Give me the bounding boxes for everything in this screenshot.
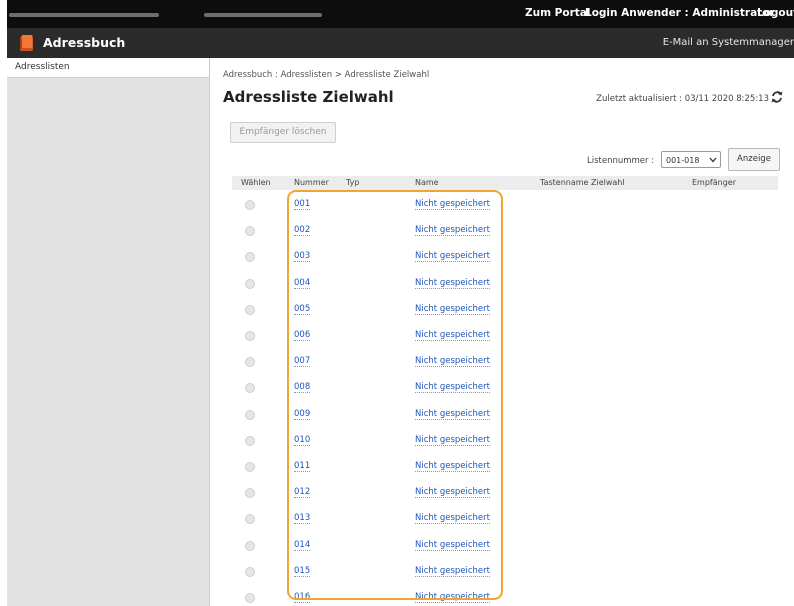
table-row: 002 Nicht gespeichert (232, 217, 778, 243)
row-radio[interactable] (245, 304, 255, 315)
entry-number-link[interactable]: 010 (294, 435, 311, 446)
sidebar: Adresslisten (7, 58, 210, 606)
table-row: 015 Nicht gespeichert (232, 558, 778, 584)
table-row: 012 Nicht gespeichert (232, 479, 778, 505)
row-radio[interactable] (245, 200, 255, 210)
entry-name-link[interactable]: Nicht gespeichert (415, 487, 490, 499)
entry-name-link[interactable]: Nicht gespeichert (415, 592, 490, 603)
entry-number-link[interactable]: 008 (294, 382, 311, 394)
entry-name-link[interactable]: Nicht gespeichert (415, 566, 490, 577)
refresh-icon[interactable] (770, 89, 784, 105)
table-row: 010 Nicht gespeichert (232, 427, 778, 453)
row-radio[interactable] (245, 540, 255, 551)
chevron-down-icon (709, 157, 717, 163)
entry-number-link[interactable]: 007 (294, 356, 311, 368)
entry-number-link[interactable]: 005 (294, 304, 311, 315)
entry-number-link[interactable]: 012 (294, 487, 311, 499)
blurred-device-info (204, 13, 322, 17)
row-radio[interactable] (245, 383, 255, 394)
col-key-name: Tastenname Zielwahl (540, 178, 625, 187)
row-radio[interactable] (245, 409, 255, 420)
entry-name-link[interactable]: Nicht gespeichert (415, 435, 490, 446)
email-admin-link[interactable]: E-Mail an Systemmanager (663, 37, 794, 48)
col-name: Name (415, 178, 439, 187)
app-header: Adressbuch E-Mail an Systemmanager (7, 28, 794, 58)
row-radio[interactable] (245, 252, 255, 263)
entry-name-link[interactable]: Nicht gespeichert (415, 251, 490, 263)
portal-link[interactable]: Zum Portal (525, 7, 590, 19)
col-type: Typ (346, 178, 360, 187)
logout-link[interactable]: Logout (757, 7, 794, 19)
entry-number-link[interactable]: 016 (294, 592, 311, 603)
blurred-device-name (9, 13, 159, 17)
sidebar-item-address-lists[interactable]: Adresslisten (7, 58, 209, 78)
table-row: 003 Nicht gespeichert (232, 243, 778, 269)
entry-number-link[interactable]: 001 (294, 199, 311, 210)
row-radio[interactable] (245, 357, 255, 368)
table-row: 016 Nicht gespeichert (232, 584, 778, 606)
entry-name-link[interactable]: Nicht gespeichert (415, 225, 490, 237)
entry-name-link[interactable]: Nicht gespeichert (415, 278, 490, 289)
entry-name-link[interactable]: Nicht gespeichert (415, 199, 490, 210)
app-title: Adressbuch (43, 35, 126, 50)
entry-number-link[interactable]: 002 (294, 225, 311, 237)
table-row: 007 Nicht gespeichert (232, 348, 778, 374)
entry-number-link[interactable]: 003 (294, 251, 311, 263)
top-bar: Zum Portal Login Anwender : Administrato… (7, 0, 794, 28)
col-select: Wählen (241, 178, 271, 187)
delete-recipient-button[interactable]: Empfänger löschen (230, 122, 336, 143)
login-user-label: Login Anwender : Administrator (585, 7, 775, 19)
row-radio[interactable] (245, 514, 255, 525)
row-radio[interactable] (245, 226, 255, 237)
col-recipient: Empfänger (692, 178, 737, 187)
row-radio[interactable] (245, 278, 255, 289)
address-book-icon (20, 35, 33, 51)
row-radio[interactable] (245, 566, 255, 577)
breadcrumb[interactable]: Adressbuch : Adresslisten > Adressliste … (223, 70, 429, 80)
entry-number-link[interactable]: 013 (294, 513, 311, 525)
entry-number-link[interactable]: 004 (294, 278, 311, 289)
entry-name-link[interactable]: Nicht gespeichert (415, 382, 490, 394)
entry-name-link[interactable]: Nicht gespeichert (415, 513, 490, 525)
table-row: 014 Nicht gespeichert (232, 532, 778, 558)
table-row: 011 Nicht gespeichert (232, 453, 778, 479)
entry-name-link[interactable]: Nicht gespeichert (415, 409, 490, 420)
entry-number-link[interactable]: 014 (294, 540, 311, 551)
list-number-label: Listennummer : (587, 156, 655, 166)
entry-name-link[interactable]: Nicht gespeichert (415, 330, 490, 341)
row-radio[interactable] (245, 435, 255, 446)
entry-number-link[interactable]: 015 (294, 566, 311, 577)
table-row: 013 Nicht gespeichert (232, 505, 778, 531)
entry-number-link[interactable]: 011 (294, 461, 311, 472)
entry-number-link[interactable]: 006 (294, 330, 311, 341)
table-row: 009 Nicht gespeichert (232, 401, 778, 427)
entry-name-link[interactable]: Nicht gespeichert (415, 356, 490, 368)
table-header: Wählen Nummer Typ Name Tastenname Zielwa… (232, 176, 778, 190)
row-radio[interactable] (245, 331, 255, 341)
table-row: 004 Nicht gespeichert (232, 270, 778, 296)
page-title: Adressliste Zielwahl (223, 88, 394, 106)
table-row: 005 Nicht gespeichert (232, 296, 778, 322)
list-number-select[interactable]: 001-018 (661, 151, 721, 168)
last-updated-text: Zuletzt aktualisiert : 03/11 2020 8:25:1… (596, 94, 769, 104)
browser-page: Zum Portal Login Anwender : Administrato… (7, 0, 794, 606)
col-number: Nummer (294, 178, 329, 187)
entry-name-link[interactable]: Nicht gespeichert (415, 461, 490, 472)
entry-number-link[interactable]: 009 (294, 409, 311, 420)
table-row: 008 Nicht gespeichert (232, 374, 778, 400)
table-row: 001 Nicht gespeichert (232, 191, 778, 217)
show-button[interactable]: Anzeige (728, 148, 780, 171)
entry-name-link[interactable]: Nicht gespeichert (415, 540, 490, 551)
main-content: Adressbuch : Adresslisten > Adressliste … (210, 58, 794, 606)
row-radio[interactable] (245, 488, 255, 499)
list-number-value: 001-018 (666, 156, 700, 165)
table-row: 006 Nicht gespeichert (232, 322, 778, 348)
row-radio[interactable] (245, 593, 255, 603)
entry-name-link[interactable]: Nicht gespeichert (415, 304, 490, 315)
row-radio[interactable] (245, 462, 255, 472)
